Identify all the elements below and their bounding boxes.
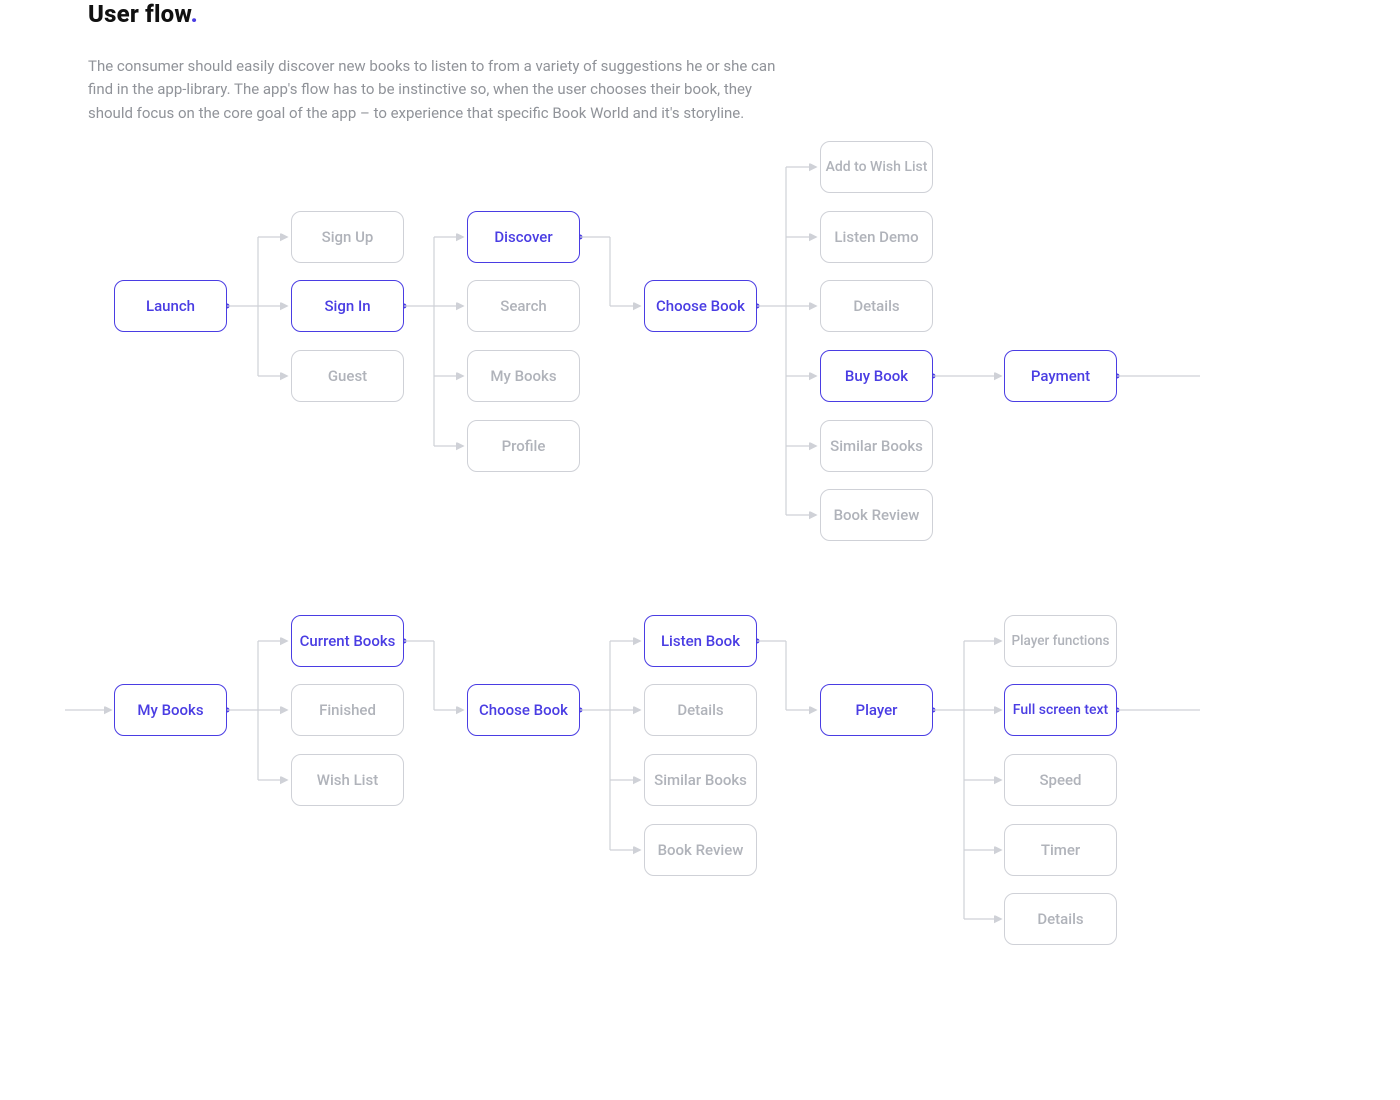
node-details-3: Details <box>1004 893 1117 945</box>
node-sign-in: Sign In <box>291 280 404 332</box>
section-heading: User flow. <box>88 0 198 28</box>
node-my-books-opt: My Books <box>467 350 580 402</box>
node-player: Player <box>820 684 933 736</box>
node-similar-2: Similar Books <box>644 754 757 806</box>
node-guest: Guest <box>291 350 404 402</box>
node-review-2: Book Review <box>644 824 757 876</box>
node-speed: Speed <box>1004 754 1117 806</box>
node-sign-up: Sign Up <box>291 211 404 263</box>
node-listen-book: Listen Book <box>644 615 757 667</box>
node-wish-list: Wish List <box>291 754 404 806</box>
node-search: Search <box>467 280 580 332</box>
node-profile: Profile <box>467 420 580 472</box>
node-discover: Discover <box>467 211 580 263</box>
node-details-2: Details <box>644 684 757 736</box>
heading-text: User flow <box>88 0 191 28</box>
node-choose-book-1: Choose Book <box>644 280 757 332</box>
node-finished: Finished <box>291 684 404 736</box>
node-listen-demo: Listen Demo <box>820 211 933 263</box>
node-payment: Payment <box>1004 350 1117 402</box>
node-player-functions: Player functions <box>1004 615 1117 667</box>
node-full-screen-text: Full screen text <box>1004 684 1117 736</box>
node-details-1: Details <box>820 280 933 332</box>
node-my-books: My Books <box>114 684 227 736</box>
node-timer: Timer <box>1004 824 1117 876</box>
node-launch: Launch <box>114 280 227 332</box>
node-similar-1: Similar Books <box>820 420 933 472</box>
intro-paragraph: The consumer should easily discover new … <box>88 55 788 125</box>
connector-layer <box>0 0 1400 1100</box>
node-review-1: Book Review <box>820 489 933 541</box>
node-add-wishlist: Add to Wish List <box>820 141 933 193</box>
heading-dot: . <box>191 0 198 28</box>
node-buy-book: Buy Book <box>820 350 933 402</box>
node-current-books: Current Books <box>291 615 404 667</box>
node-choose-book-2: Choose Book <box>467 684 580 736</box>
